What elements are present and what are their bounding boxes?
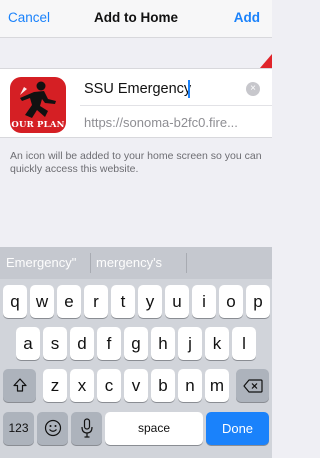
shortcut-card: OUR PLAN SSU Emergency × https://sonoma-…: [0, 68, 272, 138]
arrow-pointer-icon: [260, 54, 272, 68]
key-a[interactable]: a: [16, 327, 40, 360]
key-k[interactable]: k: [205, 327, 229, 360]
dictation-key[interactable]: [71, 412, 102, 445]
key-n[interactable]: n: [178, 369, 202, 402]
field-divider: [80, 105, 272, 106]
key-s[interactable]: s: [43, 327, 67, 360]
add-button[interactable]: Add: [234, 10, 260, 25]
keyboard: Emergency" mergency's q w e r t y u i o …: [0, 247, 272, 458]
key-m[interactable]: m: [205, 369, 229, 402]
info-text: An icon will be added to your home scree…: [10, 150, 262, 175]
app-icon-label: OUR PLAN: [11, 120, 65, 130]
key-x[interactable]: x: [70, 369, 94, 402]
clear-text-icon[interactable]: ×: [246, 82, 260, 96]
key-i[interactable]: i: [192, 285, 216, 318]
key-h[interactable]: h: [151, 327, 175, 360]
key-p[interactable]: p: [246, 285, 270, 318]
key-j[interactable]: j: [178, 327, 202, 360]
shortcut-name-value[interactable]: SSU Emergency: [84, 81, 191, 97]
key-g[interactable]: g: [124, 327, 148, 360]
key-v[interactable]: v: [124, 369, 148, 402]
emoji-key[interactable]: [37, 412, 68, 445]
key-q[interactable]: q: [3, 285, 27, 318]
key-b[interactable]: b: [151, 369, 175, 402]
key-z[interactable]: z: [43, 369, 67, 402]
shortcut-url: https://sonoma-b2fc0.fire...: [84, 115, 238, 130]
prediction-item-1[interactable]: Emergency": [6, 255, 76, 270]
key-y[interactable]: y: [138, 285, 162, 318]
key-t[interactable]: t: [111, 285, 135, 318]
key-e[interactable]: e: [57, 285, 81, 318]
navigation-bar: Cancel Add to Home Add: [0, 0, 272, 38]
shortcut-name-field[interactable]: SSU Emergency ×: [80, 73, 262, 105]
runner-icon: [20, 81, 56, 118]
key-c[interactable]: c: [97, 369, 121, 402]
key-f[interactable]: f: [97, 327, 121, 360]
delete-key[interactable]: [236, 369, 269, 402]
app-icon: OUR PLAN: [10, 77, 66, 133]
page-title: Add to Home: [94, 10, 178, 25]
text-caret: [188, 80, 190, 98]
shift-icon: [12, 378, 27, 392]
prediction-item-2[interactable]: mergency's: [96, 255, 162, 270]
key-o[interactable]: o: [219, 285, 243, 318]
key-w[interactable]: w: [30, 285, 54, 318]
prediction-separator: [90, 253, 91, 273]
shift-key[interactable]: [3, 369, 36, 402]
done-key[interactable]: Done: [206, 412, 269, 445]
emoji-icon: [44, 419, 61, 437]
prediction-separator: [186, 253, 187, 273]
microphone-icon: [80, 418, 93, 438]
numbers-key[interactable]: 123: [3, 412, 34, 445]
prediction-bar: Emergency" mergency's: [0, 247, 272, 279]
key-r[interactable]: r: [84, 285, 108, 318]
key-l[interactable]: l: [232, 327, 256, 360]
delete-icon: [242, 379, 263, 393]
key-d[interactable]: d: [70, 327, 94, 360]
space-key[interactable]: space: [105, 412, 203, 445]
key-u[interactable]: u: [165, 285, 189, 318]
